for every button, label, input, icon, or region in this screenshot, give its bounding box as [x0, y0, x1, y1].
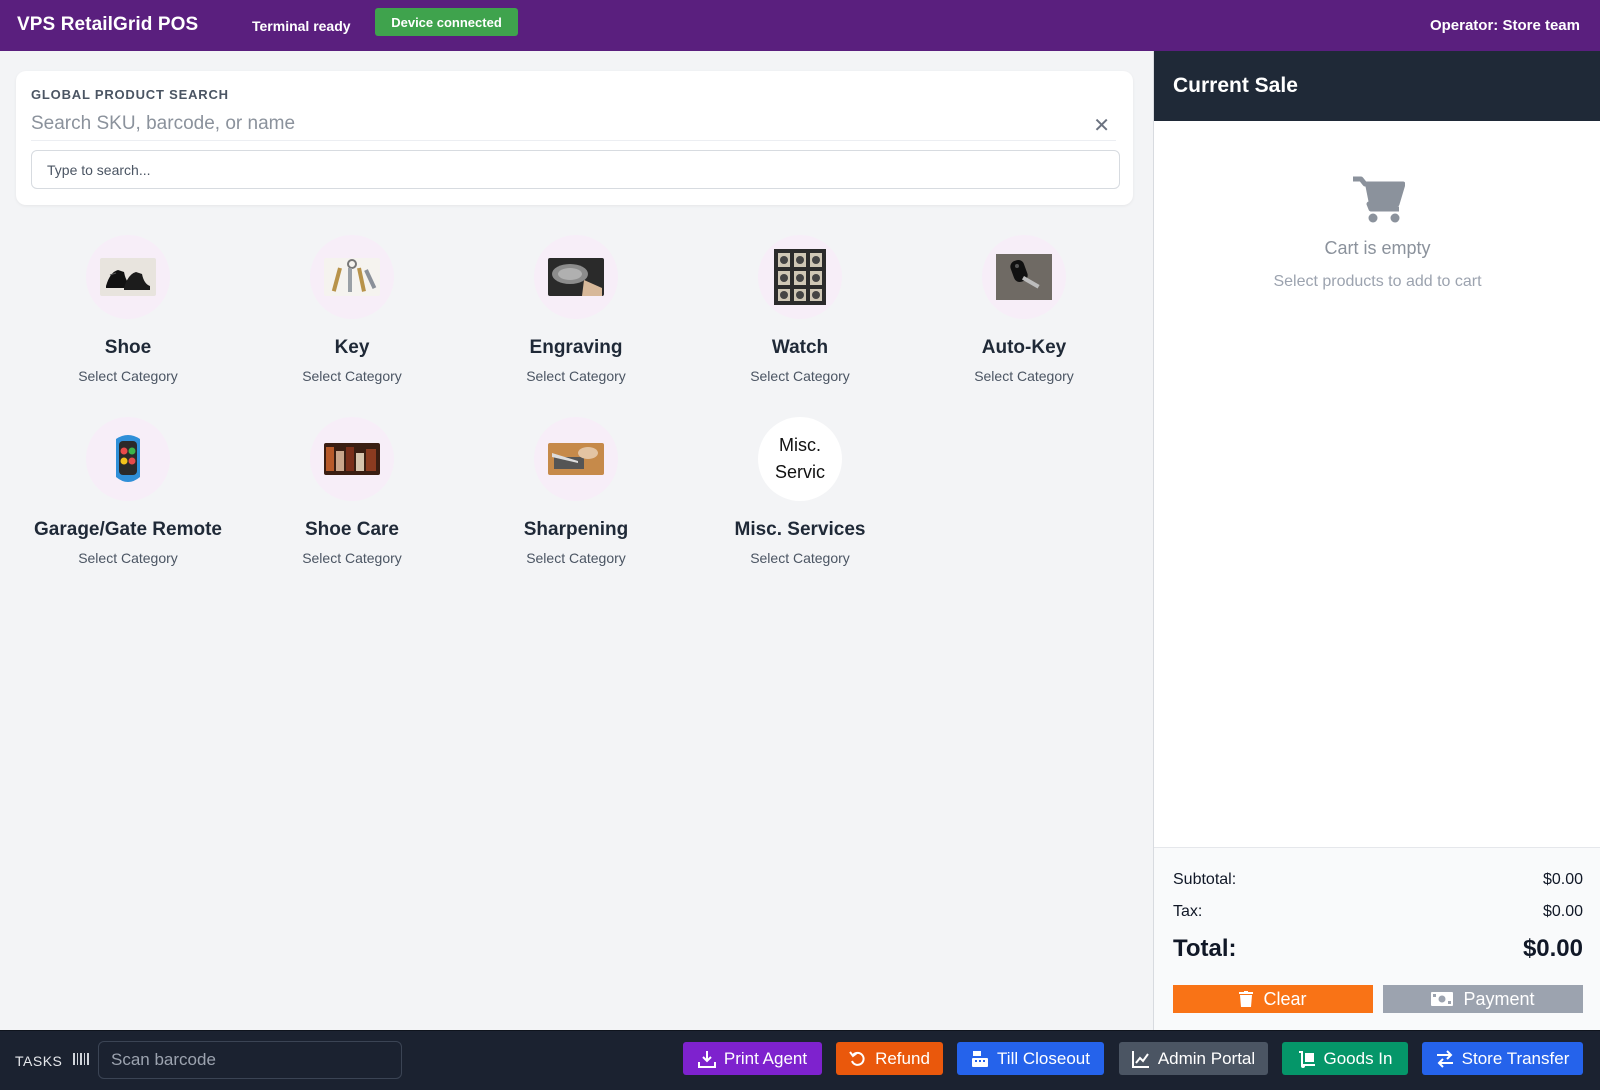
category-sub: Select Category	[302, 550, 402, 566]
tax-label: Tax:	[1173, 903, 1203, 920]
category-shoe-care[interactable]: Shoe Care Select Category	[240, 417, 464, 577]
category-sub: Select Category	[750, 368, 850, 384]
watch-icon	[758, 235, 842, 319]
category-sub: Select Category	[526, 550, 626, 566]
misc-services-icon: Misc. Servic	[758, 417, 842, 501]
car-key-icon	[982, 235, 1066, 319]
search-input[interactable]: Search SKU, barcode, or name ✕	[31, 107, 1116, 141]
remote-icon	[86, 417, 170, 501]
shoe-care-icon	[310, 417, 394, 501]
money-bill-icon	[1431, 992, 1454, 1006]
operator-label: Operator: Store team	[1429, 17, 1580, 34]
store-transfer-label: Store Transfer	[1461, 1048, 1570, 1068]
undo-icon	[849, 1050, 865, 1066]
goods-in-button[interactable]: Goods In	[1282, 1042, 1408, 1075]
total-row: Total: $0.00	[1173, 935, 1583, 963]
barcode-icon	[73, 1053, 89, 1065]
subtotal-value: $0.00	[1542, 871, 1583, 888]
download-icon	[697, 1050, 716, 1068]
category-sub: Select Category	[974, 368, 1074, 384]
scan-barcode-input[interactable]: Scan barcode	[98, 1041, 402, 1079]
store-transfer-button[interactable]: Store Transfer	[1422, 1042, 1583, 1075]
category-auto-key[interactable]: Auto-Key Select Category	[912, 235, 1136, 395]
payment-button[interactable]: Payment	[1383, 985, 1583, 1013]
category-watch[interactable]: Watch Select Category	[688, 235, 912, 395]
category-sub: Select Category	[78, 368, 178, 384]
category-name: Engraving	[529, 337, 623, 358]
category-sub: Select Category	[750, 550, 850, 566]
trash-icon	[1239, 991, 1254, 1007]
category-name: Auto-Key	[981, 337, 1067, 358]
refund-button[interactable]: Refund	[836, 1042, 943, 1075]
category-garage-gate-remote[interactable]: Garage/Gate Remote Select Category	[16, 417, 240, 577]
print-agent-button[interactable]: Print Agent	[683, 1042, 822, 1075]
cart-panel: Current Sale Cart is empty Select produc…	[1153, 51, 1600, 1030]
category-name: Shoe Care	[305, 519, 399, 540]
cart-summary: Subtotal: $0.00 Tax: $0.00 Total: $0.00 …	[1154, 847, 1600, 1030]
tax-row: Tax: $0.00	[1173, 903, 1583, 921]
transfer-icon	[1436, 1049, 1453, 1068]
search-card: GLOBAL PRODUCT SEARCH Search SKU, barcod…	[16, 71, 1133, 205]
category-key[interactable]: Key Select Category	[240, 235, 464, 395]
print-agent-label: Print Agent	[723, 1048, 808, 1068]
subtotal-row: Subtotal: $0.00	[1173, 871, 1583, 889]
category-name: Garage/Gate Remote	[34, 519, 222, 540]
cart-empty-title: Cart is empty	[1324, 238, 1431, 258]
clear-label: Clear	[1263, 988, 1307, 1009]
misc-services-thumb-text: Misc. Servic	[774, 435, 825, 482]
category-sub: Select Category	[302, 368, 402, 384]
category-sub: Select Category	[78, 550, 178, 566]
till-closeout-label: Till Closeout	[997, 1048, 1090, 1068]
cash-register-icon	[972, 1050, 989, 1067]
category-name: Sharpening	[523, 519, 629, 540]
subtotal-label: Subtotal:	[1173, 871, 1237, 888]
clear-search-icon[interactable]: ✕	[1093, 113, 1110, 138]
cart-empty-subtitle: Select products to add to cart	[1273, 273, 1482, 290]
total-label: Total:	[1173, 935, 1237, 962]
top-bar: VPS RetailGrid POS Terminal ready Device…	[0, 0, 1600, 51]
type-to-search-input[interactable]: Type to search...	[31, 150, 1120, 189]
category-misc-services[interactable]: Misc. Servic Misc. Services Select Categ…	[688, 417, 912, 577]
admin-portal-button[interactable]: Admin Portal	[1119, 1042, 1268, 1075]
admin-portal-label: Admin Portal	[1157, 1048, 1256, 1068]
category-sub: Select Category	[526, 368, 626, 384]
category-name: Watch	[771, 337, 829, 358]
tax-value: $0.00	[1542, 903, 1583, 920]
till-closeout-button[interactable]: Till Closeout	[957, 1042, 1104, 1075]
goods-in-label: Goods In	[1323, 1048, 1393, 1068]
category-shoe[interactable]: Shoe Select Category	[16, 235, 240, 395]
task-bar: TASKS Scan barcode Print Agent Refund Ti…	[0, 1030, 1600, 1090]
category-name: Key	[334, 337, 370, 358]
chart-line-icon	[1131, 1050, 1149, 1068]
search-placeholder: Search SKU, barcode, or name	[31, 112, 296, 134]
clear-cart-button[interactable]: Clear	[1173, 985, 1373, 1013]
search-label: GLOBAL PRODUCT SEARCH	[31, 87, 229, 102]
payment-label: Payment	[1463, 988, 1535, 1009]
tasks-label: TASKS	[15, 1053, 63, 1069]
cart-title: Current Sale	[1154, 51, 1600, 121]
shopping-cart-icon	[1353, 176, 1405, 223]
sharpening-icon	[534, 417, 618, 501]
product-area: GLOBAL PRODUCT SEARCH Search SKU, barcod…	[0, 51, 1153, 1030]
total-value: $0.00	[1522, 935, 1583, 962]
shoe-icon	[86, 235, 170, 319]
category-name: Misc. Services	[734, 519, 866, 540]
key-icon	[310, 235, 394, 319]
device-status-badge: Device connected	[375, 8, 518, 36]
terminal-status: Terminal ready	[252, 18, 351, 34]
app-title: VPS RetailGrid POS	[17, 14, 199, 35]
category-sharpening[interactable]: Sharpening Select Category	[464, 417, 688, 577]
dolly-icon	[1298, 1050, 1315, 1068]
refund-label: Refund	[875, 1048, 930, 1068]
engraving-icon	[534, 235, 618, 319]
category-name: Shoe	[104, 337, 152, 358]
category-engraving[interactable]: Engraving Select Category	[464, 235, 688, 395]
